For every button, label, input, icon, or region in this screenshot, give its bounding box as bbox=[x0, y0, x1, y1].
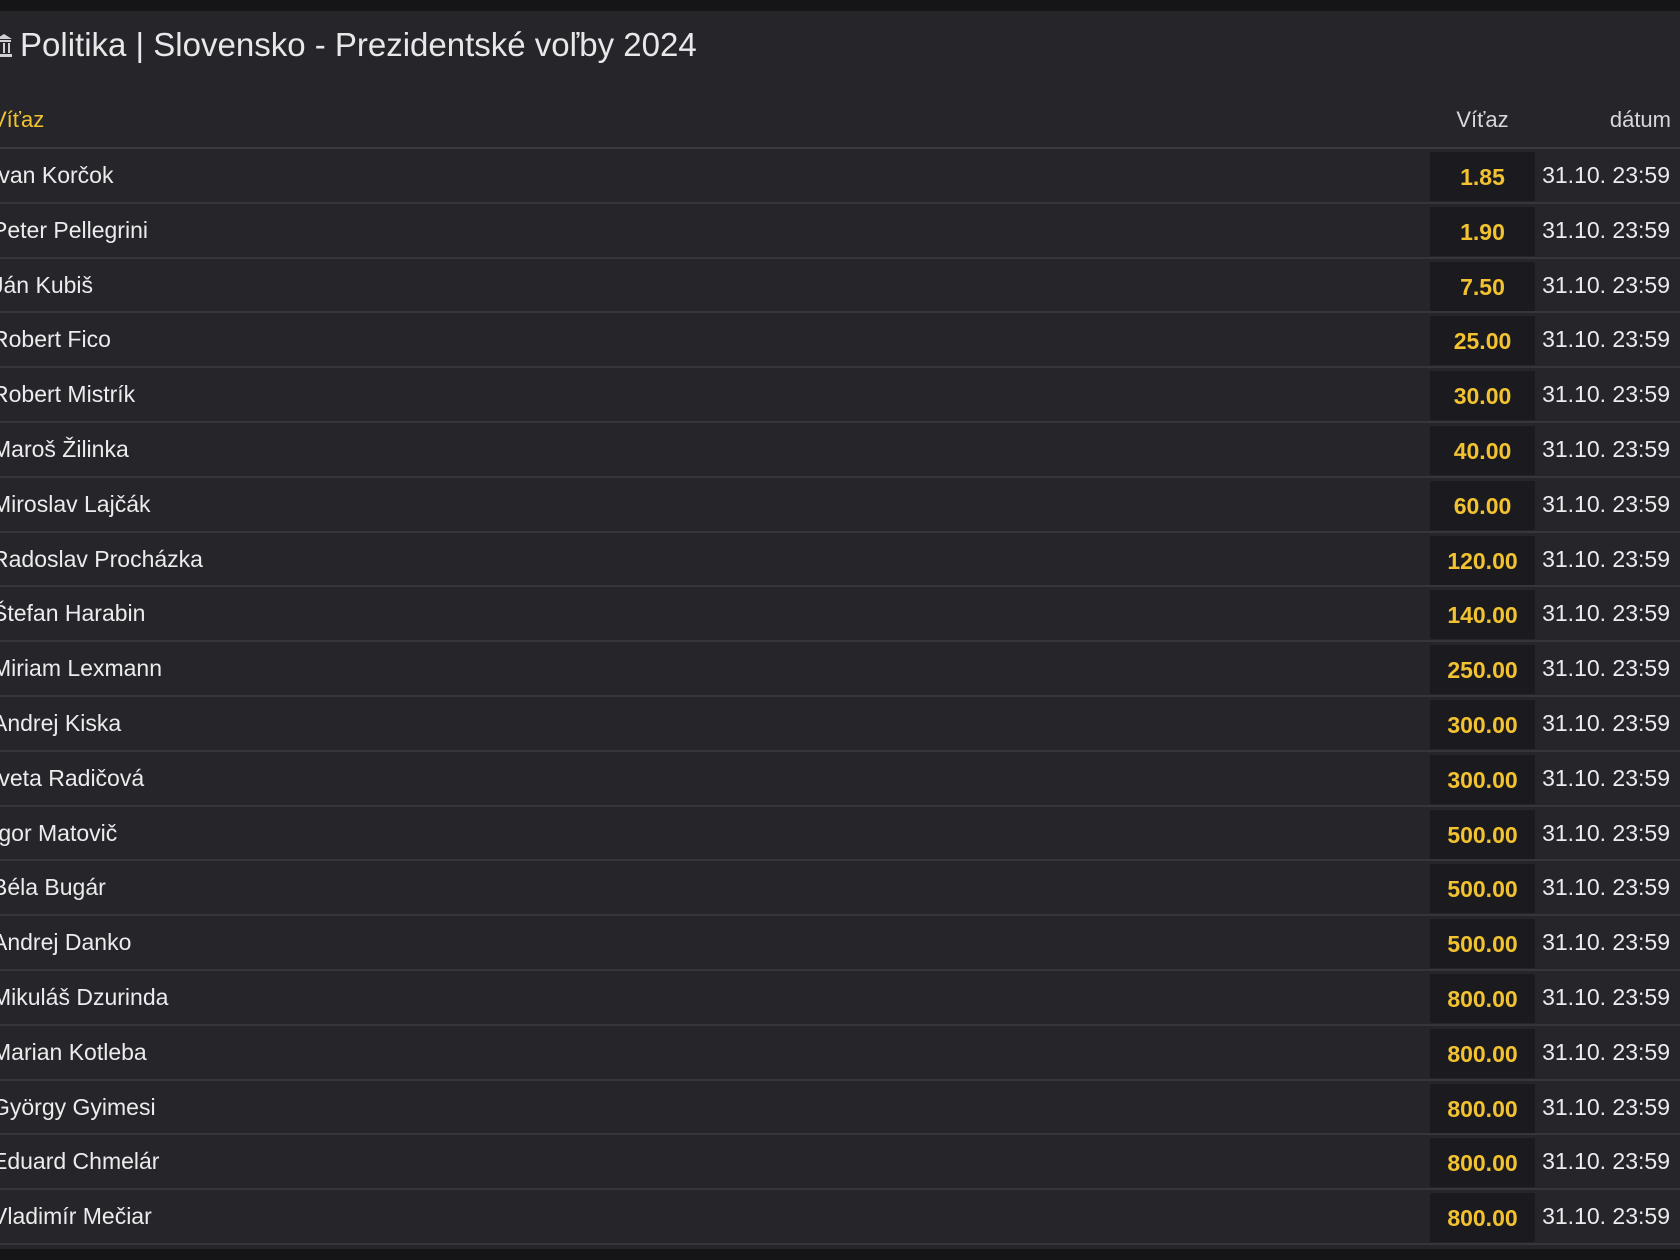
table-row: Maroš Žilinka 40.00 31.10. 23:59 bbox=[0, 422, 1680, 478]
candidate-name: Miroslav Lajčák bbox=[0, 490, 151, 517]
odds-button[interactable]: 140.00 bbox=[1430, 590, 1535, 640]
event-date: 31.10. 23:59 bbox=[1542, 326, 1670, 353]
odds-button[interactable]: 300.00 bbox=[1430, 754, 1535, 804]
event-date: 31.10. 23:59 bbox=[1542, 929, 1670, 956]
candidate-name: Eduard Chmelár bbox=[0, 1148, 160, 1175]
candidate-name: Béla Bugár bbox=[0, 874, 106, 901]
candidate-name: Maroš Žilinka bbox=[0, 435, 129, 462]
page-title: Politika | Slovensko - Prezidentské voľb… bbox=[20, 26, 697, 63]
event-date: 31.10. 23:59 bbox=[1542, 709, 1670, 736]
institution-icon bbox=[0, 31, 12, 59]
odds-button[interactable]: 800.00 bbox=[1430, 973, 1535, 1023]
odds-button[interactable]: 120.00 bbox=[1430, 535, 1535, 585]
event-date: 31.10. 23:59 bbox=[1542, 162, 1670, 188]
top-bar bbox=[0, 0, 1680, 11]
event-date: 31.10. 23:59 bbox=[1542, 600, 1670, 627]
odds-button[interactable]: 30.00 bbox=[1430, 371, 1535, 421]
odds-button[interactable]: 500.00 bbox=[1430, 809, 1535, 859]
odds-button[interactable]: 800.00 bbox=[1430, 1028, 1535, 1078]
odds-button[interactable]: 1.90 bbox=[1430, 206, 1535, 256]
event-date: 31.10. 23:59 bbox=[1542, 655, 1670, 682]
table-row: Eduard Chmelár 800.00 31.10. 23:59 bbox=[0, 1135, 1680, 1191]
table-row: Robert Fico 25.00 31.10. 23:59 bbox=[0, 313, 1680, 369]
odds-column-header: Víťaz bbox=[1456, 107, 1509, 132]
event-date: 31.10. 23:59 bbox=[1542, 983, 1670, 1010]
table-row: Robert Mistrík 30.00 31.10. 23:59 bbox=[0, 368, 1680, 423]
market-column-header[interactable]: Víťaz bbox=[0, 107, 44, 133]
odds-button[interactable]: 250.00 bbox=[1430, 645, 1535, 695]
event-date: 31.10. 23:59 bbox=[1542, 435, 1670, 462]
candidate-name: Andrej Danko bbox=[0, 929, 132, 956]
table-header: Víťaz Víťaz dátum bbox=[0, 97, 1680, 149]
table-row: Radoslav Procházka 120.00 31.10. 23:59 bbox=[0, 532, 1680, 588]
candidate-name: Štefan Harabin bbox=[0, 600, 146, 627]
odds-button[interactable]: 25.00 bbox=[1430, 316, 1535, 366]
table-row: Peter Pellegrini 1.90 31.10. 23:59 bbox=[0, 203, 1680, 259]
event-date: 31.10. 23:59 bbox=[1542, 819, 1670, 846]
candidate-name: Ivan Korčok bbox=[0, 162, 114, 188]
candidate-name: Mikuláš Dzurinda bbox=[0, 983, 169, 1010]
candidate-name: Iveta Radičová bbox=[0, 764, 145, 791]
market-title-row: Politika | Slovensko - Prezidentské voľb… bbox=[0, 11, 1680, 79]
table-row: Ján Kubiš 7.50 31.10. 23:59 bbox=[0, 258, 1680, 314]
odds-button[interactable]: 7.50 bbox=[1430, 261, 1535, 311]
event-date: 31.10. 23:59 bbox=[1542, 1148, 1670, 1175]
candidate-name: Igor Matovič bbox=[0, 819, 118, 846]
candidate-name: Robert Fico bbox=[0, 326, 111, 353]
table-row: Miroslav Lajčák 60.00 31.10. 23:59 bbox=[0, 477, 1680, 533]
event-date: 31.10. 23:59 bbox=[1542, 271, 1670, 298]
candidate-name: Andrej Kiska bbox=[0, 709, 122, 736]
table-row: Andrej Kiska 300.00 31.10. 23:59 bbox=[0, 696, 1680, 752]
table-row: Vladimír Mečiar 800.00 31.10. 23:59 bbox=[0, 1190, 1680, 1245]
event-date: 31.10. 23:59 bbox=[1542, 216, 1670, 243]
candidate-name: Ján Kubiš bbox=[0, 271, 94, 298]
odds-button[interactable]: 800.00 bbox=[1430, 1138, 1535, 1188]
table-row: Marian Kotleba 800.00 31.10. 23:59 bbox=[0, 1025, 1680, 1081]
candidate-name: Vladimír Mečiar bbox=[0, 1203, 152, 1230]
bottom-bar bbox=[0, 1249, 1680, 1260]
table-row: Mikuláš Dzurinda 800.00 31.10. 23:59 bbox=[0, 970, 1680, 1026]
event-date: 31.10. 23:59 bbox=[1542, 874, 1670, 901]
event-date: 31.10. 23:59 bbox=[1542, 1093, 1670, 1120]
table-row: Miriam Lexmann 250.00 31.10. 23:59 bbox=[0, 642, 1680, 697]
odds-button[interactable]: 300.00 bbox=[1430, 699, 1535, 749]
table-row: György Gyimesi 800.00 31.10. 23:59 bbox=[0, 1080, 1680, 1136]
odds-button[interactable]: 800.00 bbox=[1430, 1083, 1535, 1133]
odds-button[interactable]: 500.00 bbox=[1430, 864, 1535, 914]
candidate-name: Peter Pellegrini bbox=[0, 216, 148, 243]
event-date: 31.10. 23:59 bbox=[1542, 545, 1670, 572]
event-date: 31.10. 23:59 bbox=[1542, 764, 1670, 791]
event-date: 31.10. 23:59 bbox=[1542, 490, 1670, 517]
candidate-name: Robert Mistrík bbox=[0, 381, 136, 408]
table-row: Štefan Harabin 140.00 31.10. 23:59 bbox=[0, 587, 1680, 643]
odds-button[interactable]: 60.00 bbox=[1430, 480, 1535, 530]
candidate-name: Miriam Lexmann bbox=[0, 655, 162, 682]
odds-button[interactable]: 40.00 bbox=[1430, 425, 1535, 475]
table-row: Ivan Korčok 1.85 31.10. 23:59 bbox=[0, 149, 1680, 204]
table-row: Iveta Radičová 300.00 31.10. 23:59 bbox=[0, 751, 1680, 807]
candidate-name: Marian Kotleba bbox=[0, 1038, 147, 1065]
table-row: Igor Matovič 500.00 31.10. 23:59 bbox=[0, 806, 1680, 862]
odds-button[interactable]: 500.00 bbox=[1430, 919, 1535, 969]
odds-table: Ivan Korčok 1.85 31.10. 23:59 Peter Pellegr… bbox=[0, 149, 1680, 1245]
table-row: Andrej Danko 500.00 31.10. 23:59 bbox=[0, 916, 1680, 971]
candidate-name: Radoslav Procházka bbox=[0, 545, 203, 572]
odds-button[interactable]: 800.00 bbox=[1430, 1193, 1535, 1243]
table-row: Béla Bugár 500.00 31.10. 23:59 bbox=[0, 861, 1680, 917]
event-date: 31.10. 23:59 bbox=[1542, 1203, 1670, 1230]
odds-button[interactable]: 1.85 bbox=[1430, 152, 1535, 201]
candidate-name: György Gyimesi bbox=[0, 1093, 156, 1120]
date-column-header: dátum bbox=[1609, 107, 1671, 132]
event-date: 31.10. 23:59 bbox=[1542, 1038, 1670, 1065]
event-date: 31.10. 23:59 bbox=[1542, 381, 1670, 408]
